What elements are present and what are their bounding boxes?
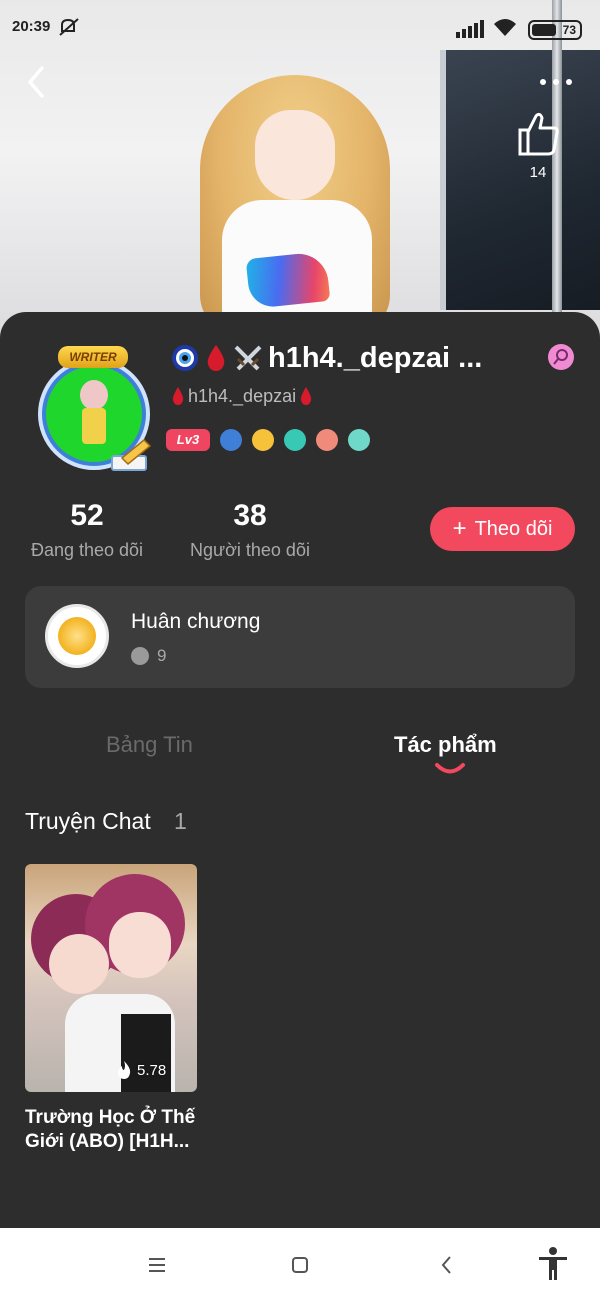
medals-count-row: 9	[131, 646, 166, 666]
section-count: 1	[174, 808, 187, 834]
crystal-badge-icon[interactable]	[348, 429, 370, 451]
story-cover-image	[25, 864, 197, 1092]
medal-icon	[45, 604, 109, 668]
following-count: 52	[70, 499, 104, 532]
thumbs-up-icon	[518, 112, 559, 156]
menu-icon[interactable]	[142, 1250, 172, 1280]
wifi-icon	[494, 19, 516, 36]
chevron-left-icon	[28, 66, 44, 98]
pencil-book-icon	[111, 438, 152, 471]
hexagon-badge-icon[interactable]	[316, 429, 338, 451]
crossed-swords-icon	[234, 345, 262, 371]
medals-count: 9	[157, 646, 167, 665]
blood-drop-icon	[300, 387, 312, 405]
following-stat[interactable]: 52 Đang theo dõi	[26, 498, 148, 561]
signal-icon	[456, 20, 484, 38]
battery-level: 73	[562, 23, 576, 37]
back-nav-icon[interactable]	[432, 1250, 462, 1280]
blood-drop-icon	[207, 345, 225, 371]
follow-button-label: Theo dõi	[474, 517, 553, 540]
tab-works[interactable]: Tác phẩm	[394, 732, 497, 758]
following-label: Đang theo dõi	[30, 540, 144, 560]
home-icon[interactable]	[285, 1250, 315, 1280]
writer-badge: WRITER	[58, 346, 128, 368]
followers-count: 38	[233, 499, 267, 532]
more-dot-icon	[566, 79, 572, 85]
level-badge[interactable]: Lv3	[166, 429, 210, 451]
story-views: 5.78	[115, 1060, 166, 1080]
gem-badge-icon[interactable]	[284, 429, 306, 451]
badge-row: Lv3	[166, 428, 380, 452]
display-name-text: h1h4._depzai ...	[268, 341, 483, 374]
medals-title: Huân chương	[131, 610, 261, 633]
banner-character-face	[255, 110, 335, 200]
story-card[interactable]: 5.78	[25, 864, 197, 1092]
gender-female-icon	[548, 344, 574, 370]
tab-feed[interactable]: Bảng Tin	[106, 732, 193, 758]
display-name: h1h4._depzai ...	[170, 340, 540, 376]
username-text: h1h4._depzai	[188, 385, 297, 406]
active-tab-indicator	[435, 763, 465, 774]
more-options-button[interactable]	[536, 70, 576, 94]
plus-icon: +	[452, 515, 467, 542]
sun-badge-icon[interactable]	[252, 429, 274, 451]
more-dot-icon	[540, 79, 546, 85]
diamond-badge-icon[interactable]	[220, 429, 242, 451]
follow-button[interactable]: + Theo dõi	[430, 507, 575, 551]
star-badge-icon	[131, 647, 149, 665]
fire-icon	[118, 1061, 131, 1079]
nazar-eye-icon	[172, 345, 198, 371]
username: h1h4._depzai	[168, 384, 316, 408]
system-nav-bar	[0, 1228, 600, 1300]
status-bar: 20:39 73	[0, 0, 600, 58]
blood-drop-icon	[172, 387, 184, 405]
battery-icon: 73	[528, 20, 582, 40]
like-button[interactable]: 14	[510, 110, 566, 190]
back-button[interactable]	[22, 64, 52, 100]
avatar[interactable]: WRITER	[28, 346, 160, 476]
story-title[interactable]: Trường Học Ở Thế Giới (ABO) [H1H...	[25, 1106, 215, 1154]
mute-icon	[58, 17, 80, 41]
profile-card: WRITER h1h4._depzai ... h1h4._depzai Lv3	[0, 312, 600, 1228]
profile-banner: 20:39 73 14	[0, 0, 600, 340]
followers-label: Người theo dõi	[190, 540, 310, 560]
like-count: 14	[529, 164, 547, 181]
section-title: Truyện Chat	[25, 808, 151, 834]
medals-section[interactable]: Huân chương 9	[25, 586, 575, 688]
followers-stat[interactable]: 38 Người theo dõi	[184, 498, 316, 561]
story-view-count: 5.78	[137, 1061, 167, 1079]
more-dot-icon	[553, 79, 559, 85]
status-time: 20:39	[12, 18, 51, 35]
accessibility-icon[interactable]	[536, 1246, 570, 1282]
